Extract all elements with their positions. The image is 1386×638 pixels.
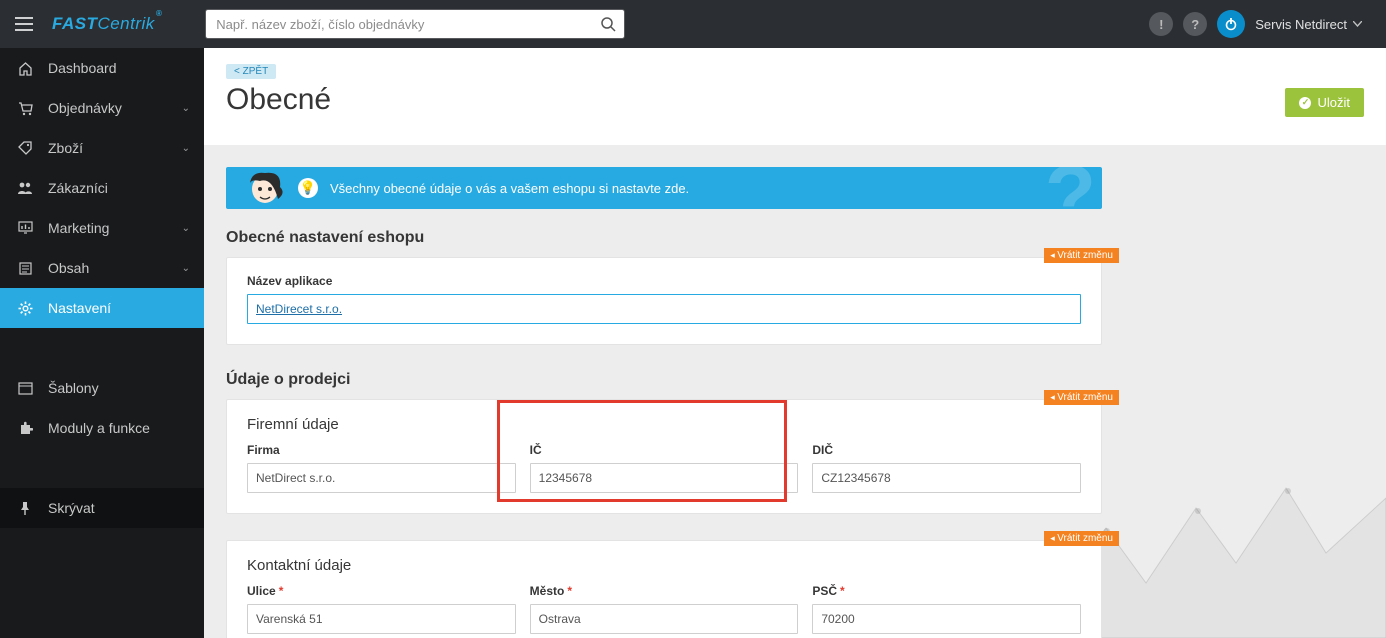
chevron-down-icon: ⌄ (182, 143, 190, 154)
back-button[interactable]: < ZPĚT (226, 64, 276, 79)
logo-strong: FAST (52, 14, 97, 33)
question-watermark-icon: ? (1045, 167, 1096, 209)
main-content: < ZPĚT Obecné ✓ Uložit 💡 Všechny obecné … (204, 48, 1386, 638)
global-search (205, 9, 625, 39)
input-mesto[interactable] (530, 604, 799, 634)
burger-icon (15, 17, 33, 31)
alerts-button[interactable]: ! (1149, 12, 1173, 36)
power-icon (1224, 17, 1238, 31)
cart-icon (14, 101, 36, 116)
sidebar: Dashboard Objednávky ⌄ Zboží ⌄ Zákazníci… (0, 48, 204, 638)
users-icon (14, 181, 36, 195)
sidebar-item-label: Šablony (48, 380, 99, 396)
check-icon: ✓ (1299, 97, 1311, 109)
label-ulice: Ulice* (247, 584, 516, 598)
page-title: Obecné (226, 83, 1364, 117)
sidebar-item-label: Zboží (48, 140, 83, 156)
back-label: ZPĚT (243, 66, 269, 77)
card-contact: Vrátit změnu Kontaktní údaje Ulice* Měst… (226, 540, 1102, 638)
sidebar-item-content[interactable]: Obsah ⌄ (0, 248, 204, 288)
assistant-avatar-icon (240, 167, 290, 209)
section-heading-seller: Údaje o prodejci (226, 371, 1102, 389)
label-app-name: Název aplikace (247, 274, 1081, 288)
book-icon (14, 261, 36, 276)
search-input[interactable] (205, 9, 625, 39)
sidebar-item-settings[interactable]: Nastavení (0, 288, 204, 328)
label-ic: IČ (530, 443, 799, 457)
revert-button[interactable]: Vrátit změnu (1044, 248, 1119, 263)
label-psc: PSČ* (812, 584, 1081, 598)
save-button[interactable]: ✓ Uložit (1285, 88, 1364, 117)
tag-icon (14, 141, 36, 156)
input-dic[interactable] (812, 463, 1081, 493)
search-icon[interactable] (597, 13, 619, 35)
input-psc[interactable] (812, 604, 1081, 634)
page-header: < ZPĚT Obecné ✓ Uložit (204, 48, 1386, 145)
help-icon: ? (1191, 17, 1199, 32)
sidebar-item-modules[interactable]: Moduly a funkce (0, 408, 204, 448)
sidebar-item-customers[interactable]: Zákazníci (0, 168, 204, 208)
pin-icon (14, 501, 36, 516)
sidebar-item-orders[interactable]: Objednávky ⌄ (0, 88, 204, 128)
sidebar-item-hide[interactable]: Skrývat (0, 488, 204, 528)
topbar: FASTCentrik® ! ? Servis Netdirect (0, 0, 1386, 48)
sub-heading-company: Firemní údaje (247, 416, 1081, 433)
help-button[interactable]: ? (1183, 12, 1207, 36)
puzzle-icon (14, 421, 36, 436)
sidebar-item-products[interactable]: Zboží ⌄ (0, 128, 204, 168)
sidebar-item-templates[interactable]: Šablony (0, 368, 204, 408)
card-company: Vrátit změnu Firemní údaje Firma IČ DIČ (226, 399, 1102, 514)
sidebar-item-label: Zákazníci (48, 180, 108, 196)
topbar-right: ! ? Servis Netdirect (1149, 10, 1386, 38)
revert-button[interactable]: Vrátit změnu (1044, 390, 1119, 405)
sidebar-item-label: Obsah (48, 260, 89, 276)
window-icon (14, 382, 36, 395)
info-text: Všechny obecné údaje o vás a vašem eshop… (330, 181, 689, 196)
gear-icon (14, 301, 36, 316)
brand-logo[interactable]: FASTCentrik® (48, 14, 181, 34)
chevron-down-icon: ⌄ (182, 103, 190, 114)
save-label: Uložit (1317, 95, 1350, 110)
lightbulb-icon: 💡 (298, 178, 318, 198)
alert-icon: ! (1159, 17, 1163, 32)
menu-toggle-button[interactable] (0, 0, 48, 48)
revert-button[interactable]: Vrátit změnu (1044, 531, 1119, 546)
sidebar-item-dashboard[interactable]: Dashboard (0, 48, 204, 88)
chevron-down-icon (1353, 21, 1362, 27)
sidebar-item-label: Dashboard (48, 60, 117, 76)
sidebar-item-marketing[interactable]: Marketing ⌄ (0, 208, 204, 248)
info-bar: 💡 Všechny obecné údaje o vás a vašem esh… (226, 167, 1102, 209)
power-button[interactable] (1217, 10, 1245, 38)
input-ic[interactable] (530, 463, 799, 493)
sidebar-item-label: Marketing (48, 220, 109, 236)
logo-thin: Centrik (97, 14, 154, 33)
home-icon (14, 61, 36, 76)
chevron-down-icon: ⌄ (182, 223, 190, 234)
input-firma[interactable] (247, 463, 516, 493)
label-dic: DIČ (812, 443, 1081, 457)
card-app-name: Vrátit změnu Název aplikace (226, 257, 1102, 345)
chart-icon (14, 221, 36, 236)
sidebar-item-label: Nastavení (48, 300, 111, 316)
sidebar-item-label: Objednávky (48, 100, 122, 116)
input-app-name[interactable] (247, 294, 1081, 324)
user-menu[interactable]: Servis Netdirect (1255, 17, 1362, 32)
logo-registered: ® (156, 9, 162, 18)
chevron-down-icon: ⌄ (182, 263, 190, 274)
input-ulice[interactable] (247, 604, 516, 634)
sub-heading-contact: Kontaktní údaje (247, 557, 1081, 574)
sidebar-item-label: Moduly a funkce (48, 420, 150, 436)
label-mesto: Město* (530, 584, 799, 598)
section-heading-general: Obecné nastavení eshopu (226, 229, 1102, 247)
label-firma: Firma (247, 443, 516, 457)
sidebar-item-label: Skrývat (48, 500, 95, 516)
user-name: Servis Netdirect (1255, 17, 1347, 32)
